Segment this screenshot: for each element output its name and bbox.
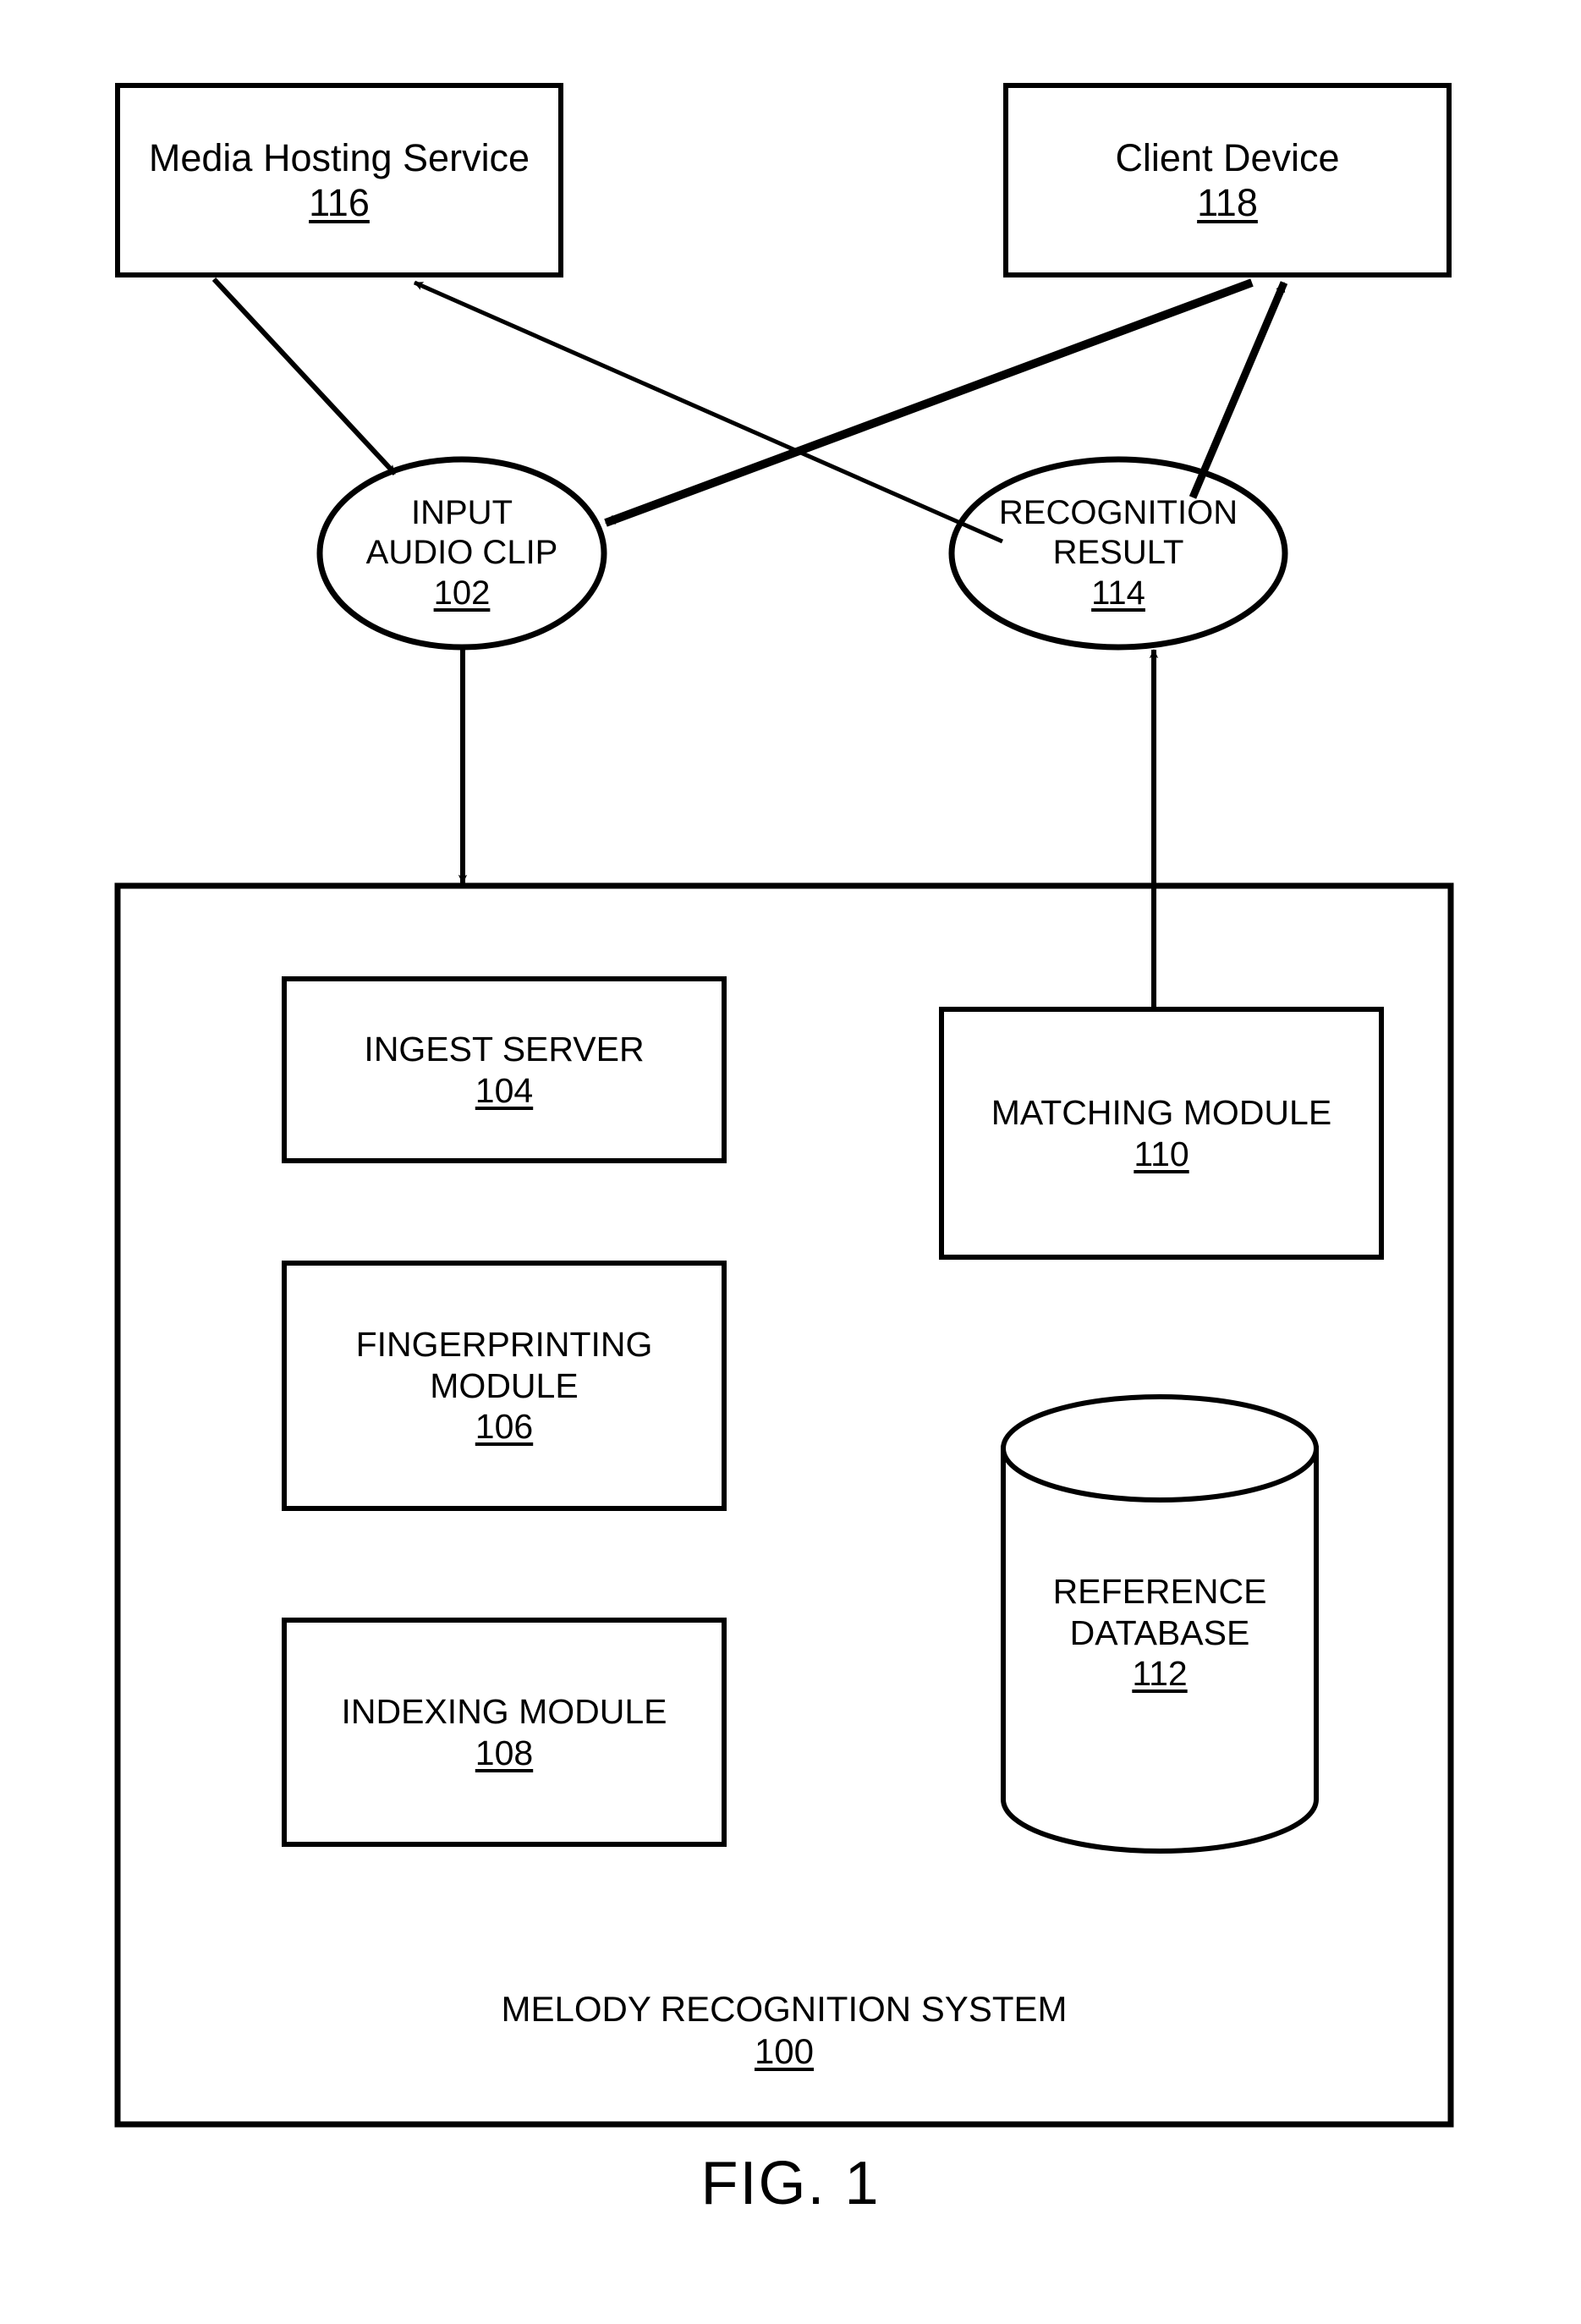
client-device-box [1003, 83, 1452, 277]
recognition-result-ellipse [948, 456, 1288, 651]
input-audio-clip-ellipse [316, 456, 607, 651]
indexing-module-box [282, 1618, 727, 1847]
ingest-server-box [282, 976, 727, 1163]
arrow-mhs-to-input-audio-clip [211, 277, 398, 476]
figure-vector-layer [114, 83, 1454, 2128]
matching-module-box [939, 1007, 1384, 1260]
patent-figure: Media Hosting Service 116 Client Device … [0, 0, 1581, 2324]
arrow-recognition-result-to-client-device [1188, 281, 1288, 499]
figure-caption: FIG. 1 [700, 2150, 881, 2217]
fingerprinting-module-box [282, 1261, 727, 1511]
reference-database-cylinder [1001, 1394, 1319, 1854]
media-hosting-service-box [115, 83, 563, 277]
